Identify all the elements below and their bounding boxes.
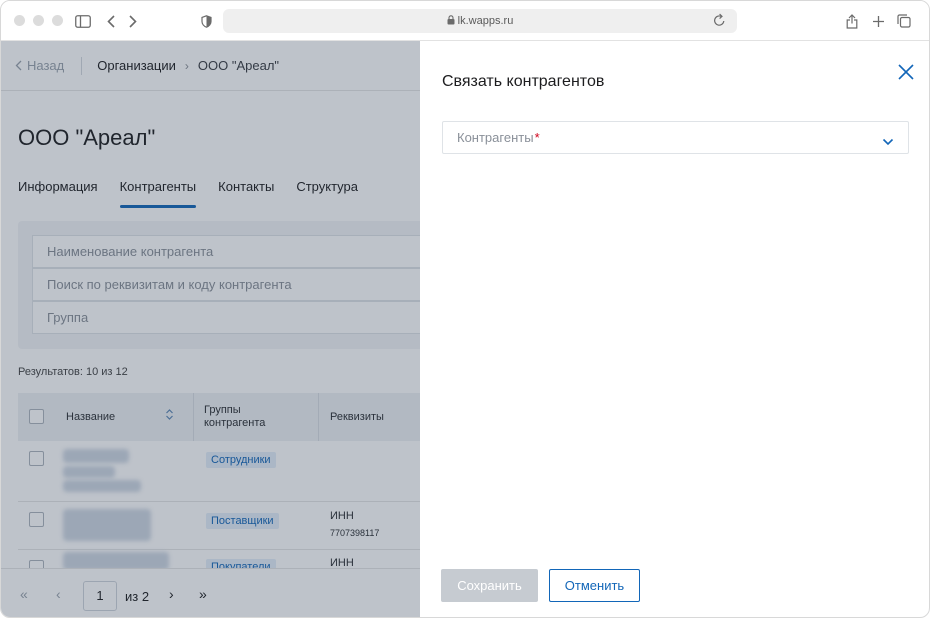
tabs-overview-icon[interactable] (897, 11, 911, 31)
browser-toolbar: lk.wapps.ru (1, 1, 929, 41)
nav-forward-icon[interactable] (127, 11, 139, 31)
required-mark: * (534, 130, 540, 145)
cancel-button[interactable]: Отменить (549, 569, 640, 602)
select-placeholder: Контрагенты* (457, 122, 540, 153)
save-button[interactable]: Сохранить (441, 569, 538, 602)
share-icon[interactable] (845, 11, 859, 31)
minimize-window-button[interactable] (33, 15, 44, 26)
chevron-down-icon (882, 133, 894, 146)
window-controls (14, 15, 63, 26)
browser-window: lk.wapps.ru Назад Организации › ООО "Аре… (0, 0, 930, 618)
zoom-window-button[interactable] (52, 15, 63, 26)
close-window-button[interactable] (14, 15, 25, 26)
select-placeholder-text: Контрагенты (457, 130, 534, 145)
nav-back-icon[interactable] (105, 11, 117, 31)
address-bar[interactable]: lk.wapps.ru (223, 9, 737, 33)
panel-title: Связать контрагентов (442, 73, 605, 90)
url-display: lk.wapps.ru (223, 9, 737, 33)
lock-icon (447, 15, 455, 25)
sidebar-toggle-icon[interactable] (75, 11, 91, 31)
counterparties-select[interactable]: Контрагенты* (442, 121, 909, 154)
shield-icon[interactable] (199, 11, 213, 31)
url-text: lk.wapps.ru (457, 15, 514, 27)
link-counterparties-panel: Связать контрагентов Контрагенты* Сохран… (420, 41, 929, 617)
reload-icon[interactable] (713, 13, 727, 29)
close-icon[interactable] (897, 63, 915, 81)
new-tab-icon[interactable] (871, 11, 885, 31)
